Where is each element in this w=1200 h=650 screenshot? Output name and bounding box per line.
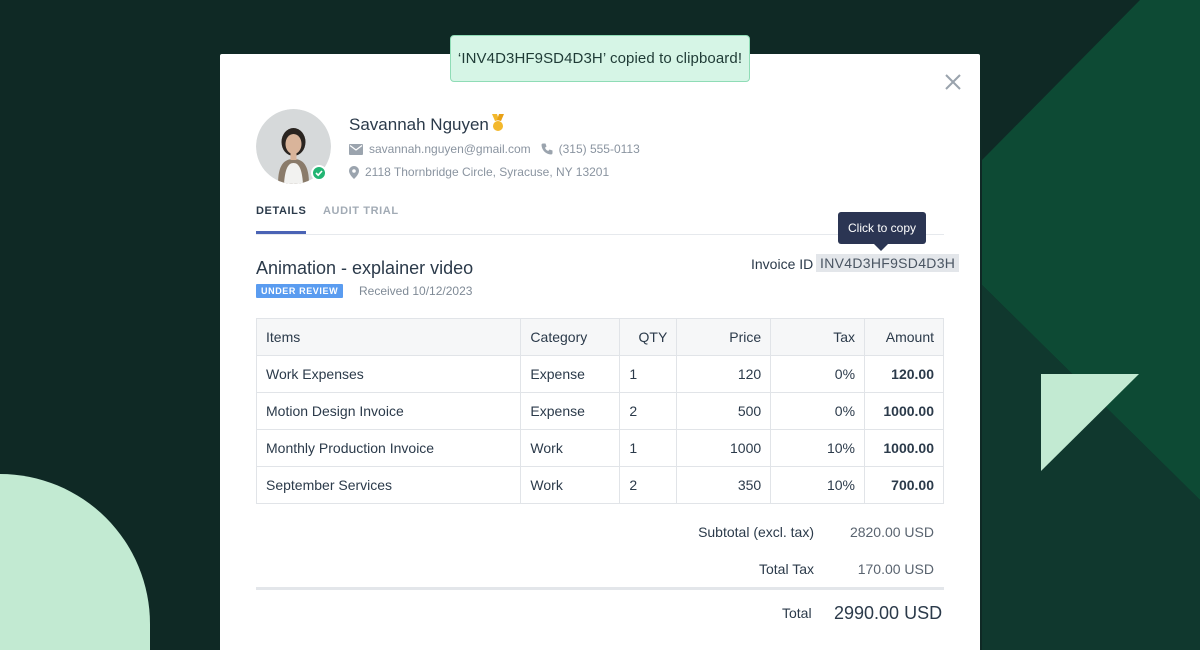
copy-tooltip: Click to copy xyxy=(838,212,926,244)
tooltip-arrow xyxy=(874,244,888,251)
cell-category: Work xyxy=(520,429,621,467)
received-date: Received 10/12/2023 xyxy=(359,284,473,298)
cell-qty: 2 xyxy=(619,392,678,430)
column-header-category: Category xyxy=(520,318,621,356)
table-row: September Services Work 2 350 10% 700.00 xyxy=(255,466,944,504)
cell-amount: 1000.00 xyxy=(864,392,944,430)
column-header-amount: Amount xyxy=(864,318,944,356)
invoice-id-label: Invoice ID xyxy=(751,256,814,272)
email-text[interactable]: savannah.nguyen@gmail.com xyxy=(369,142,531,156)
contact-row: savannah.nguyen@gmail.com (315) 555-0113 xyxy=(349,142,640,156)
invoice-modal: Savannah Nguyen savannah.nguyen@gmail.co… xyxy=(220,54,980,650)
items-table: Items Category QTY Price Tax Amount Work… xyxy=(255,318,944,504)
tab-audit-trial[interactable]: AUDIT TRIAL xyxy=(323,205,399,217)
copied-toast: ‘INV4D3HF9SD4D3H’ copied to clipboard! xyxy=(450,35,750,82)
cell-category: Expense xyxy=(520,355,621,393)
invoice-id-copy[interactable]: INV4D3HF9SD4D3H xyxy=(816,254,960,272)
cell-price: 1000 xyxy=(676,429,772,467)
address-row: 2118 Thornbridge Circle, Syracuse, NY 13… xyxy=(349,165,609,179)
medal-icon xyxy=(492,114,504,131)
tab-details[interactable]: DETAILS xyxy=(256,205,307,234)
subtotal-label: Subtotal (excl. tax) xyxy=(698,524,814,540)
background-triangle-shape xyxy=(1041,374,1139,471)
location-pin-icon xyxy=(349,165,359,179)
cell-price: 500 xyxy=(676,392,772,430)
column-header-price: Price xyxy=(676,318,772,356)
cell-tax: 0% xyxy=(770,355,866,393)
total-divider xyxy=(256,587,944,590)
table-row: Work Expenses Expense 1 120 0% 120.00 xyxy=(255,355,944,393)
cell-amount: 120.00 xyxy=(864,355,944,393)
phone-text[interactable]: (315) 555-0113 xyxy=(559,142,640,156)
cell-category: Work xyxy=(520,466,621,504)
cell-tax: 10% xyxy=(770,466,866,504)
cell-item: Motion Design Invoice xyxy=(255,392,522,430)
table-row: Monthly Production Invoice Work 1 1000 1… xyxy=(255,429,944,467)
total-tax-label: Total Tax xyxy=(759,561,814,577)
cell-tax: 0% xyxy=(770,392,866,430)
cell-price: 120 xyxy=(676,355,772,393)
close-button[interactable] xyxy=(943,72,963,92)
total-value: 2990.00 USD xyxy=(834,603,943,623)
cell-amount: 1000.00 xyxy=(864,429,944,467)
invoice-title: Animation - explainer video xyxy=(256,258,474,278)
verified-icon xyxy=(311,165,327,181)
email-icon xyxy=(349,143,363,155)
cell-amount: 700.00 xyxy=(864,466,944,504)
profile-name: Savannah Nguyen xyxy=(349,115,489,134)
address-text: 2118 Thornbridge Circle, Syracuse, NY 13… xyxy=(365,165,610,179)
cell-tax: 10% xyxy=(770,429,866,467)
total-label: Total xyxy=(782,605,812,621)
cell-qty: 2 xyxy=(619,466,678,504)
cell-category: Expense xyxy=(520,392,621,430)
column-header-tax: Tax xyxy=(770,318,866,356)
column-header-items: Items xyxy=(255,318,522,356)
cell-item: September Services xyxy=(255,466,522,504)
cell-item: Work Expenses xyxy=(255,355,522,393)
column-header-qty: QTY xyxy=(619,318,678,356)
phone-icon xyxy=(541,143,553,155)
cell-qty: 1 xyxy=(619,355,678,393)
cell-qty: 1 xyxy=(619,429,678,467)
close-icon xyxy=(945,74,961,90)
cell-price: 350 xyxy=(676,466,772,504)
cell-item: Monthly Production Invoice xyxy=(255,429,522,467)
total-tax-value: 170.00 USD xyxy=(857,561,934,577)
subtotal-value: 2820.00 USD xyxy=(849,524,934,540)
table-row: Motion Design Invoice Expense 2 500 0% 1… xyxy=(255,392,944,430)
status-badge: UNDER REVIEW xyxy=(256,284,344,298)
table-header-row: Items Category QTY Price Tax Amount xyxy=(255,318,944,356)
